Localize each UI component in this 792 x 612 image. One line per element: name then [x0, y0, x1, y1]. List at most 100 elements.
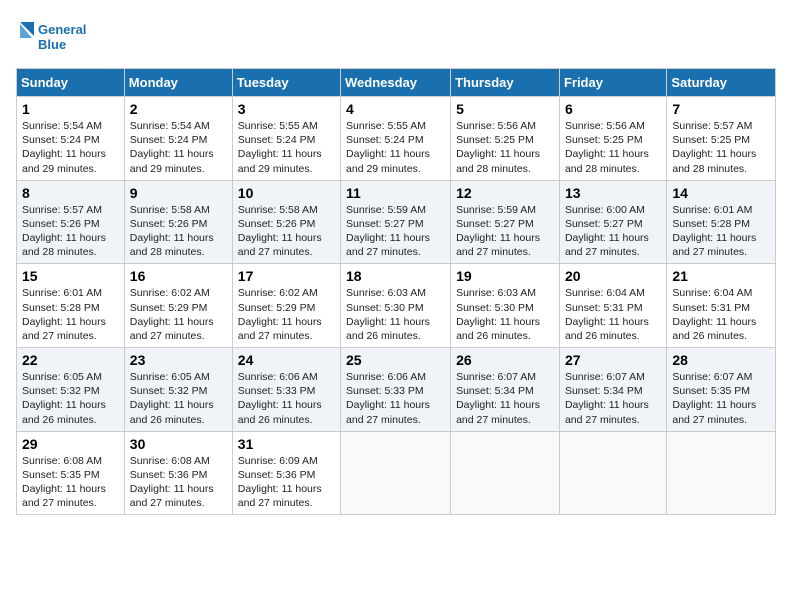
day-cell: 29 Sunrise: 6:08 AM Sunset: 5:35 PM Dayli…	[17, 431, 125, 515]
day-number: 24	[238, 352, 335, 368]
day-number: 17	[238, 268, 335, 284]
day-cell: 28Sunrise: 6:07 AM Sunset: 5:35 PM Dayli…	[667, 348, 776, 432]
day-cell	[559, 431, 666, 515]
day-info: Sunrise: 6:07 AM Sunset: 5:34 PM Dayligh…	[565, 370, 661, 427]
day-cell: 4Sunrise: 5:55 AM Sunset: 5:24 PM Daylig…	[341, 97, 451, 181]
day-info: Sunrise: 6:01 AM Sunset: 5:28 PM Dayligh…	[672, 203, 770, 260]
day-cell: 5 Sunrise: 5:56 AM Sunset: 5:25 PM Daylig…	[451, 97, 560, 181]
day-cell: 15 Sunrise: 6:01 AM Sunset: 5:28 PM Dayli…	[17, 264, 125, 348]
header-cell-friday: Friday	[559, 69, 666, 97]
day-number: 9	[130, 185, 227, 201]
day-info: Sunrise: 5:57 AM Sunset: 5:25 PM Dayligh…	[672, 119, 770, 176]
header-cell-thursday: Thursday	[451, 69, 560, 97]
day-info: Sunrise: 6:08 AM Sunset: 5:36 PM Dayligh…	[130, 454, 227, 511]
day-info: Sunrise: 6:04 AM Sunset: 5:31 PM Dayligh…	[672, 286, 770, 343]
day-number: 2	[130, 101, 227, 117]
day-cell: 1 Sunrise: 5:54 AM Sunset: 5:24 PM Daylig…	[17, 97, 125, 181]
day-number: 26	[456, 352, 554, 368]
header-cell-saturday: Saturday	[667, 69, 776, 97]
week-row-2: 8Sunrise: 5:57 AM Sunset: 5:26 PM Daylig…	[17, 180, 776, 264]
day-cell: 16 Sunrise: 6:02 AM Sunset: 5:29 PM Dayli…	[124, 264, 232, 348]
day-cell: 25Sunrise: 6:06 AM Sunset: 5:33 PM Dayli…	[341, 348, 451, 432]
day-cell: 24 Sunrise: 6:06 AM Sunset: 5:33 PM Dayli…	[232, 348, 340, 432]
logo-svg: General Blue	[16, 16, 86, 60]
day-info: Sunrise: 5:56 AM Sunset: 5:25 PM Dayligh…	[565, 119, 661, 176]
calendar-body: 1 Sunrise: 5:54 AM Sunset: 5:24 PM Daylig…	[17, 97, 776, 515]
day-info: Sunrise: 5:56 AM Sunset: 5:25 PM Dayligh…	[456, 119, 554, 176]
day-info: Sunrise: 6:01 AM Sunset: 5:28 PM Dayligh…	[22, 286, 119, 343]
day-info: Sunrise: 6:06 AM Sunset: 5:33 PM Dayligh…	[346, 370, 445, 427]
day-info: Sunrise: 5:58 AM Sunset: 5:26 PM Dayligh…	[130, 203, 227, 260]
day-cell: 10Sunrise: 5:58 AM Sunset: 5:26 PM Dayli…	[232, 180, 340, 264]
day-info: Sunrise: 6:04 AM Sunset: 5:31 PM Dayligh…	[565, 286, 661, 343]
header-cell-monday: Monday	[124, 69, 232, 97]
day-cell: 23Sunrise: 6:05 AM Sunset: 5:32 PM Dayli…	[124, 348, 232, 432]
day-cell: 6 Sunrise: 5:56 AM Sunset: 5:25 PM Daylig…	[559, 97, 666, 181]
day-info: Sunrise: 5:59 AM Sunset: 5:27 PM Dayligh…	[346, 203, 445, 260]
day-cell: 12 Sunrise: 5:59 AM Sunset: 5:27 PM Dayli…	[451, 180, 560, 264]
logo: General Blue	[16, 16, 86, 60]
day-number: 30	[130, 436, 227, 452]
day-number: 16	[130, 268, 227, 284]
day-number: 3	[238, 101, 335, 117]
day-info: Sunrise: 5:55 AM Sunset: 5:24 PM Dayligh…	[238, 119, 335, 176]
day-cell: 2 Sunrise: 5:54 AM Sunset: 5:24 PM Daylig…	[124, 97, 232, 181]
day-cell: 21 Sunrise: 6:04 AM Sunset: 5:31 PM Dayli…	[667, 264, 776, 348]
day-cell: 14 Sunrise: 6:01 AM Sunset: 5:28 PM Dayli…	[667, 180, 776, 264]
day-cell: 8Sunrise: 5:57 AM Sunset: 5:26 PM Daylig…	[17, 180, 125, 264]
day-number: 5	[456, 101, 554, 117]
day-number: 15	[22, 268, 119, 284]
day-number: 6	[565, 101, 661, 117]
day-info: Sunrise: 5:54 AM Sunset: 5:24 PM Dayligh…	[130, 119, 227, 176]
day-info: Sunrise: 6:03 AM Sunset: 5:30 PM Dayligh…	[456, 286, 554, 343]
day-info: Sunrise: 5:59 AM Sunset: 5:27 PM Dayligh…	[456, 203, 554, 260]
day-number: 22	[22, 352, 119, 368]
day-number: 21	[672, 268, 770, 284]
svg-text:Blue: Blue	[38, 37, 66, 52]
day-cell: 27 Sunrise: 6:07 AM Sunset: 5:34 PM Dayli…	[559, 348, 666, 432]
day-info: Sunrise: 6:02 AM Sunset: 5:29 PM Dayligh…	[238, 286, 335, 343]
day-info: Sunrise: 6:08 AM Sunset: 5:35 PM Dayligh…	[22, 454, 119, 511]
day-cell	[667, 431, 776, 515]
day-cell: 9 Sunrise: 5:58 AM Sunset: 5:26 PM Daylig…	[124, 180, 232, 264]
day-number: 28	[672, 352, 770, 368]
day-cell: 7 Sunrise: 5:57 AM Sunset: 5:25 PM Daylig…	[667, 97, 776, 181]
day-cell: 18Sunrise: 6:03 AM Sunset: 5:30 PM Dayli…	[341, 264, 451, 348]
header-row: SundayMondayTuesdayWednesdayThursdayFrid…	[17, 69, 776, 97]
week-row-4: 22 Sunrise: 6:05 AM Sunset: 5:32 PM Dayli…	[17, 348, 776, 432]
header-cell-tuesday: Tuesday	[232, 69, 340, 97]
day-cell: 20Sunrise: 6:04 AM Sunset: 5:31 PM Dayli…	[559, 264, 666, 348]
day-number: 23	[130, 352, 227, 368]
day-number: 1	[22, 101, 119, 117]
day-info: Sunrise: 5:57 AM Sunset: 5:26 PM Dayligh…	[22, 203, 119, 260]
day-cell	[451, 431, 560, 515]
day-number: 19	[456, 268, 554, 284]
day-cell: 30 Sunrise: 6:08 AM Sunset: 5:36 PM Dayli…	[124, 431, 232, 515]
week-row-1: 1 Sunrise: 5:54 AM Sunset: 5:24 PM Daylig…	[17, 97, 776, 181]
header-cell-wednesday: Wednesday	[341, 69, 451, 97]
header: General Blue	[16, 16, 776, 60]
day-info: Sunrise: 6:06 AM Sunset: 5:33 PM Dayligh…	[238, 370, 335, 427]
day-number: 12	[456, 185, 554, 201]
day-cell: 26Sunrise: 6:07 AM Sunset: 5:34 PM Dayli…	[451, 348, 560, 432]
day-number: 29	[22, 436, 119, 452]
day-number: 7	[672, 101, 770, 117]
day-number: 27	[565, 352, 661, 368]
week-row-3: 15 Sunrise: 6:01 AM Sunset: 5:28 PM Dayli…	[17, 264, 776, 348]
day-cell: 3 Sunrise: 5:55 AM Sunset: 5:24 PM Daylig…	[232, 97, 340, 181]
day-number: 13	[565, 185, 661, 201]
day-info: Sunrise: 6:02 AM Sunset: 5:29 PM Dayligh…	[130, 286, 227, 343]
day-number: 14	[672, 185, 770, 201]
day-number: 10	[238, 185, 335, 201]
header-cell-sunday: Sunday	[17, 69, 125, 97]
day-info: Sunrise: 6:05 AM Sunset: 5:32 PM Dayligh…	[22, 370, 119, 427]
svg-text:General: General	[38, 22, 86, 37]
day-info: Sunrise: 5:54 AM Sunset: 5:24 PM Dayligh…	[22, 119, 119, 176]
day-info: Sunrise: 6:00 AM Sunset: 5:27 PM Dayligh…	[565, 203, 661, 260]
day-info: Sunrise: 6:09 AM Sunset: 5:36 PM Dayligh…	[238, 454, 335, 511]
day-cell: 31Sunrise: 6:09 AM Sunset: 5:36 PM Dayli…	[232, 431, 340, 515]
day-cell: 19 Sunrise: 6:03 AM Sunset: 5:30 PM Dayli…	[451, 264, 560, 348]
day-number: 11	[346, 185, 445, 201]
day-info: Sunrise: 5:55 AM Sunset: 5:24 PM Dayligh…	[346, 119, 445, 176]
day-cell: 11 Sunrise: 5:59 AM Sunset: 5:27 PM Dayli…	[341, 180, 451, 264]
